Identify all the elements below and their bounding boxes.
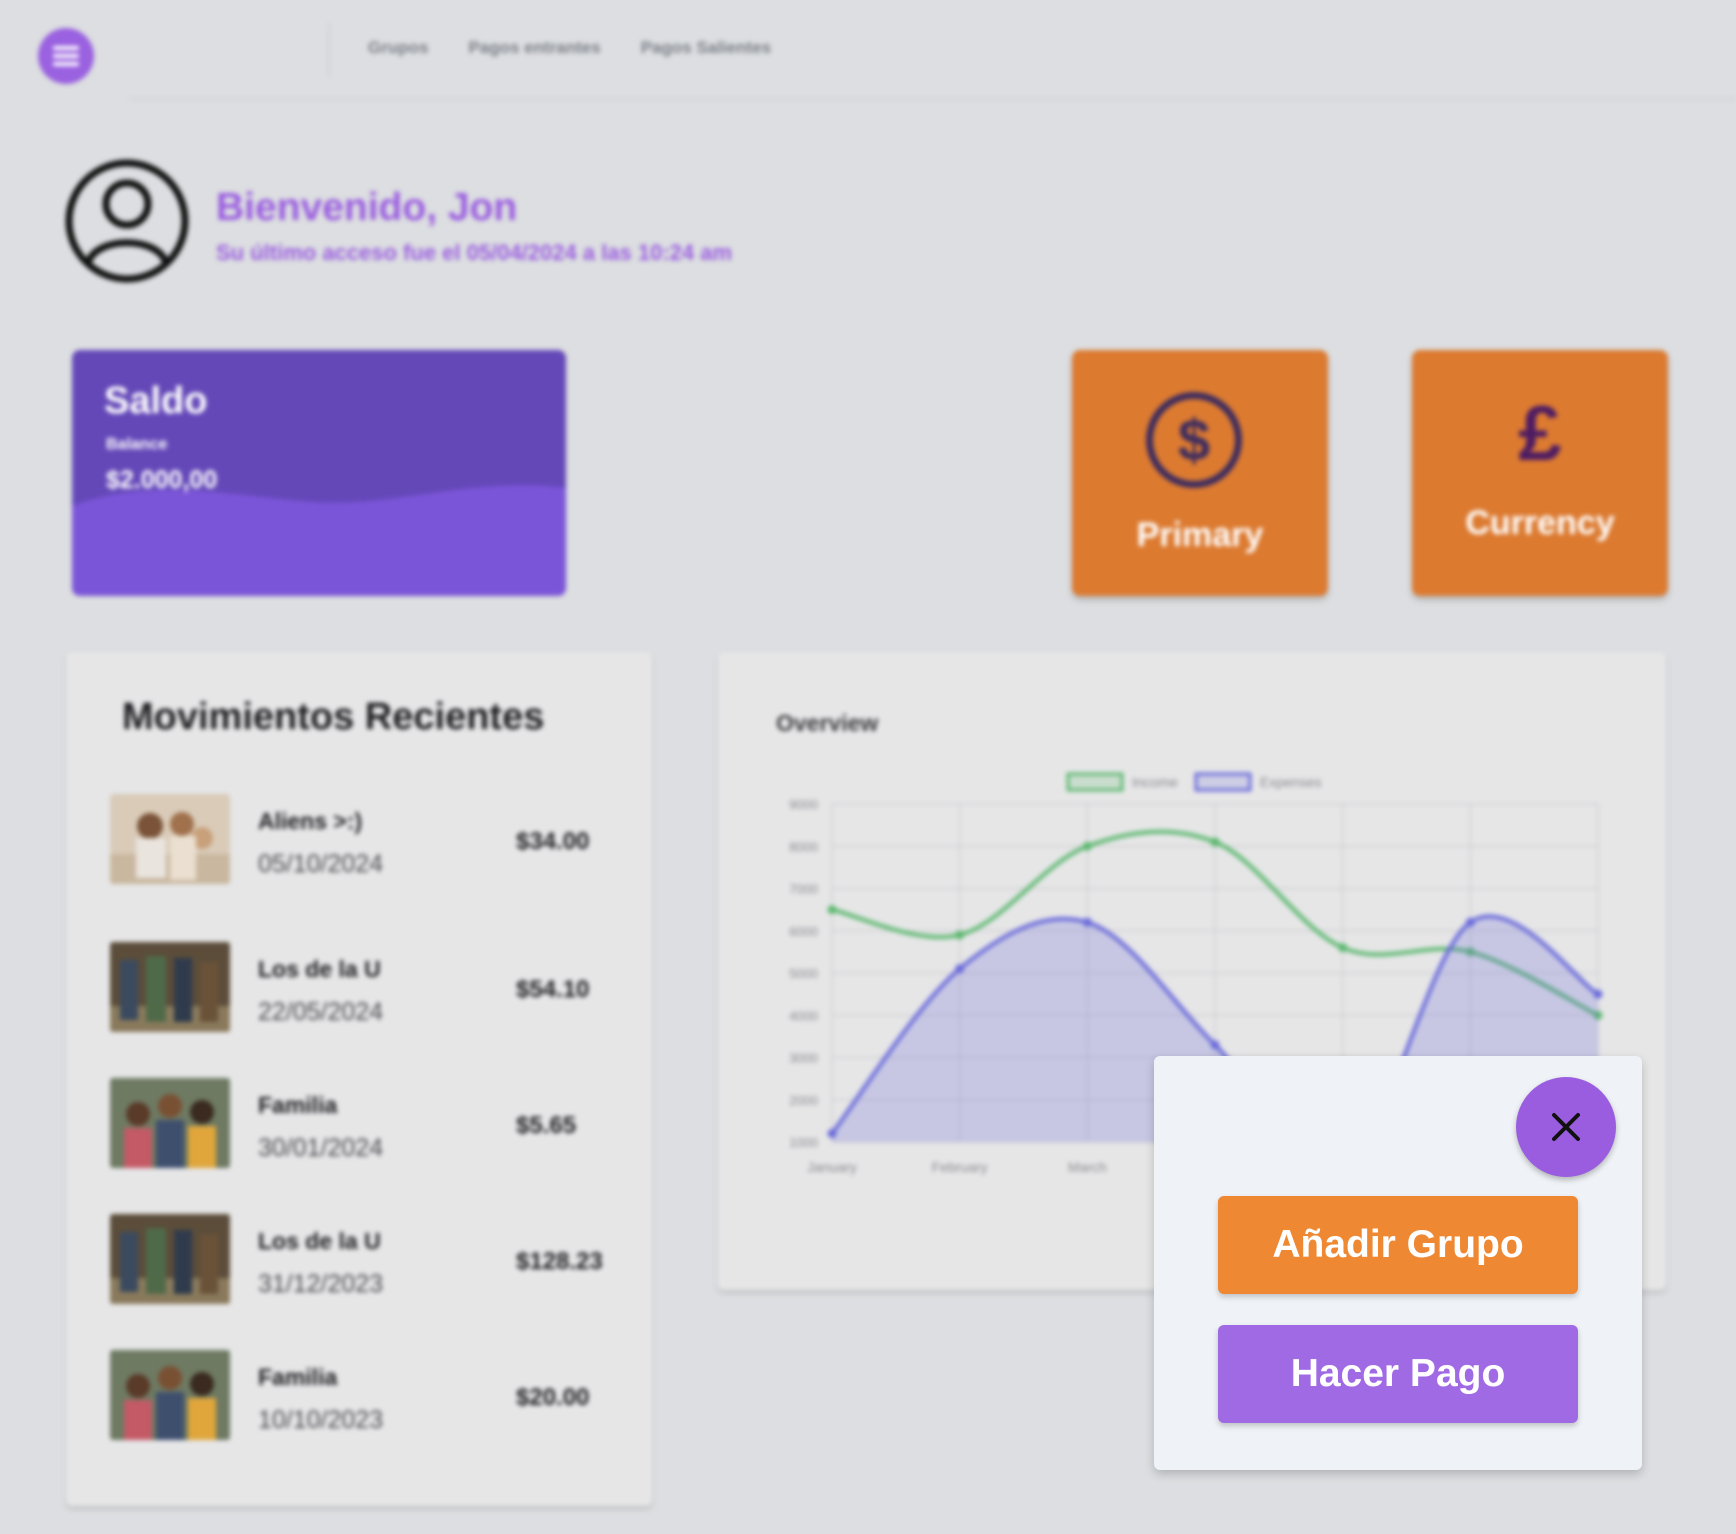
list-item[interactable]: Familia 10/10/2023 $20.00 [110,1350,630,1442]
nav-divider [328,24,330,76]
x-tick-label: March [1068,1159,1107,1175]
data-point [1082,917,1092,927]
currency-label: Currency [1465,504,1615,542]
currency-tile[interactable]: £ Currency [1412,350,1668,596]
list-item[interactable]: Familia 30/01/2024 $5.65 [110,1078,630,1170]
y-tick-label: 7000 [789,882,818,897]
group-photo-icon [110,1350,230,1440]
recent-title: Movimientos Recientes [122,696,545,738]
close-button[interactable] [1516,1077,1616,1177]
primary-tile[interactable]: $ Primary [1072,350,1328,596]
data-point [955,964,965,974]
data-point [1210,837,1220,847]
legend-swatch [1066,772,1124,792]
user-avatar-icon [65,159,189,283]
movement-date: 10/10/2023 [258,1406,384,1434]
nav-item-pagos-salientes[interactable]: Pagos Salientes [641,38,771,58]
legend-label: Expenses [1260,774,1321,790]
menu-button[interactable] [38,28,94,84]
data-point [1338,943,1348,953]
movement-amount: $34.00 [516,828,590,855]
primary-label: Primary [1136,516,1264,554]
x-tick-label: February [932,1159,988,1175]
legend-swatch [1194,772,1252,792]
group-photo-icon [110,1214,230,1304]
add-group-button[interactable]: Añadir Grupo [1218,1196,1578,1294]
data-point [827,905,837,915]
list-item[interactable]: Los de la U 22/05/2024 $54.10 [110,942,630,1034]
y-tick-label: 6000 [789,924,818,939]
hamburger-icon [53,44,79,68]
header-divider [130,98,1736,100]
x-tick-label: January [807,1159,857,1175]
y-tick-label: 9000 [789,797,818,812]
movement-amount: $5.65 [516,1112,577,1139]
data-point [1465,917,1475,927]
movement-name: Los de la U [258,956,381,982]
balance-subtitle: Balance [106,436,168,453]
balance-card: Saldo Balance $2.000,00 [72,350,566,596]
recent-movements-panel: Movimientos Recientes Aliens >:) 05/10/2… [66,652,652,1506]
data-point [827,1129,837,1139]
data-point [955,930,965,940]
movement-name: Familia [258,1364,338,1390]
movement-date: 22/05/2024 [258,998,384,1026]
y-tick-label: 3000 [789,1051,818,1066]
nav-item-grupos[interactable]: Grupos [368,38,428,58]
movement-amount: $54.10 [516,976,590,1003]
balance-amount: $2.000,00 [106,466,218,494]
movement-date: 05/10/2024 [258,850,384,878]
list-item[interactable]: Aliens >:) 05/10/2024 $34.00 [110,794,630,886]
top-nav: Grupos Pagos entrantes Pagos Salientes [368,38,771,58]
action-popup: Añadir Grupo Hacer Pago [1154,1056,1642,1470]
data-point [1082,841,1092,851]
data-point [1210,1040,1220,1050]
y-tick-label: 4000 [789,1008,818,1023]
data-point [1593,989,1603,999]
y-tick-label: 1000 [789,1135,818,1150]
movement-date: 30/01/2024 [258,1134,384,1162]
y-tick-label: 5000 [789,966,818,981]
make-payment-button[interactable]: Hacer Pago [1218,1325,1578,1423]
group-photo-icon [110,942,230,1032]
movement-name: Aliens >:) [258,808,363,834]
movement-date: 31/12/2023 [258,1270,384,1298]
group-photo-icon [110,794,230,884]
pound-icon: £ [1518,389,1562,477]
dollar-icon: $ [1146,392,1242,488]
y-tick-label: 2000 [789,1093,818,1108]
movement-amount: $20.00 [516,1384,590,1411]
nav-item-pagos-entrantes[interactable]: Pagos entrantes [468,38,600,58]
movement-name: Los de la U [258,1228,381,1254]
welcome-title: Bienvenido, Jon [216,186,518,229]
legend-label: Income [1132,774,1178,790]
movement-name: Familia [258,1092,338,1118]
last-access-text: Su último acceso fue el 05/04/2024 a las… [216,240,733,265]
close-icon [1552,1113,1580,1141]
balance-title: Saldo [104,380,208,422]
y-tick-label: 8000 [789,839,818,854]
list-item[interactable]: Los de la U 31/12/2023 $128.23 [110,1214,630,1306]
group-photo-icon [110,1078,230,1168]
movement-amount: $128.23 [516,1248,603,1275]
